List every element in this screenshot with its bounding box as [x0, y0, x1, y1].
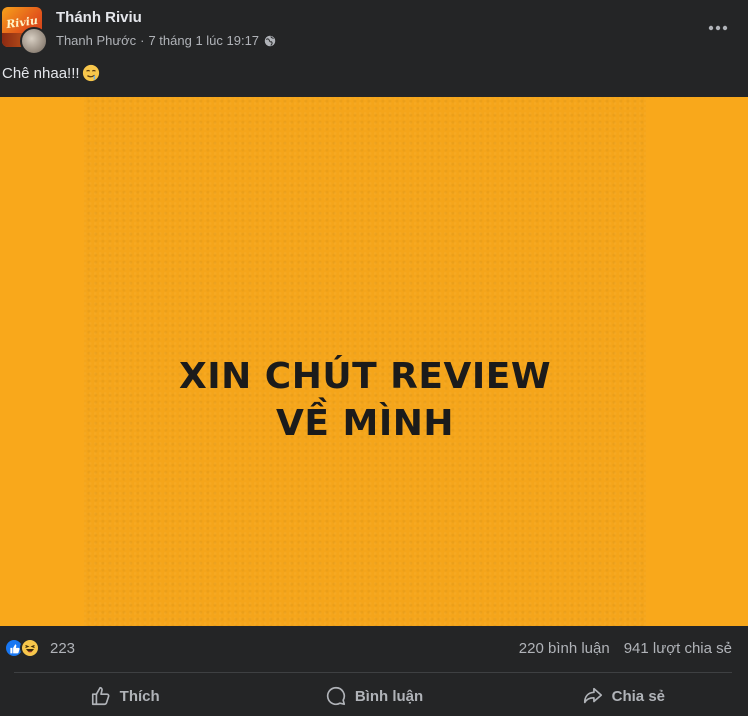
actions-divider: [14, 672, 732, 673]
ellipsis-icon: [708, 25, 728, 31]
post-caption: Chê nhaa!!!: [2, 64, 100, 82]
meta-separator: ·: [140, 33, 145, 48]
post-image[interactable]: XIN CHÚT REVIEW VỀ MÌNH: [84, 97, 646, 626]
author-name[interactable]: Thanh Phước: [56, 33, 136, 48]
post-timestamp[interactable]: 7 tháng 1 lúc 19:17: [148, 33, 259, 48]
caption-text: Chê nhaa!!!: [2, 64, 80, 82]
haha-reaction-icon: [20, 638, 40, 658]
post-stats: 220 bình luận 941 lượt chia sẻ: [519, 640, 732, 657]
facebook-post: Riviu Thánh Riviu Thanh Phước · 7 tháng …: [0, 0, 748, 716]
user-avatar[interactable]: [20, 27, 48, 55]
post-meta: Thanh Phước · 7 tháng 1 lúc 19:17: [56, 33, 276, 48]
comment-button-label: Bình luận: [354, 687, 424, 705]
shares-count[interactable]: 941 lượt chia sẻ: [624, 640, 732, 657]
laughing-face-icon: [25, 644, 35, 653]
reaction-count[interactable]: 223: [50, 640, 75, 657]
drooling-face-icon: [82, 64, 99, 82]
like-button[interactable]: Thích: [0, 676, 249, 716]
share-button[interactable]: Chia sẻ: [499, 676, 748, 716]
thumbs-up-outline-icon: [91, 686, 110, 706]
thumbs-up-icon: [9, 643, 20, 653]
page-name[interactable]: Thánh Riviu: [56, 9, 142, 26]
image-caption-text: XIN CHÚT REVIEW VỀ MÌNH: [84, 353, 646, 447]
post-header: Riviu Thánh Riviu Thanh Phước · 7 tháng …: [0, 0, 748, 58]
globe-icon: [264, 35, 276, 46]
share-icon: [583, 687, 602, 704]
image-text-line-1: XIN CHÚT REVIEW: [178, 356, 552, 397]
image-text-line-2: VỀ MÌNH: [276, 403, 454, 444]
like-button-label: Thích: [119, 687, 160, 705]
comments-count[interactable]: 220 bình luận: [519, 640, 610, 657]
post-actions: Thích Bình luận Chia sẻ: [0, 676, 748, 716]
comment-icon: [326, 686, 345, 706]
more-options-button[interactable]: [704, 14, 732, 42]
reaction-icons[interactable]: [4, 638, 40, 658]
avatar-group[interactable]: Riviu: [2, 7, 48, 55]
comment-button[interactable]: Bình luận: [249, 676, 498, 716]
share-button-label: Chia sẻ: [611, 687, 665, 705]
reactions-summary: 223 220 bình luận 941 lượt chia sẻ: [0, 626, 748, 670]
post-media[interactable]: XIN CHÚT REVIEW VỀ MÌNH: [0, 97, 748, 626]
